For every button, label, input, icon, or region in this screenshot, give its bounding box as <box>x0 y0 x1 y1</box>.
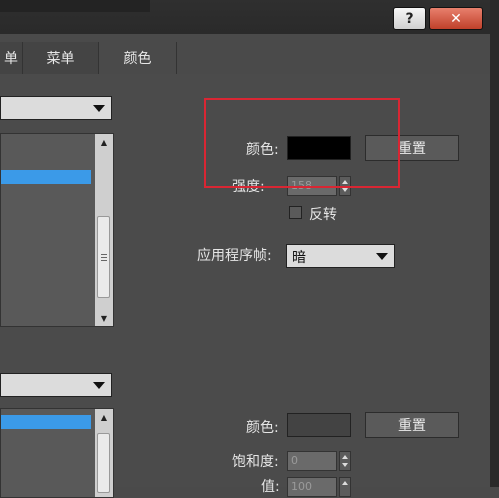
element-list[interactable]: ▲ ▼ <box>0 133 114 327</box>
lower-color-swatch[interactable] <box>287 413 351 437</box>
saturation-label: 饱和度: <box>232 454 279 470</box>
spin-up-icon[interactable] <box>342 481 348 485</box>
chevron-down-icon <box>93 105 105 112</box>
reset-button-label: 重置 <box>398 418 426 434</box>
app-frame-label: 应用程序帧: <box>197 248 272 264</box>
chevron-down-icon <box>376 253 388 260</box>
spin-down-icon[interactable] <box>342 463 348 467</box>
saturation-spinner[interactable]: 0 <box>287 451 353 471</box>
help-icon: ? <box>405 10 414 27</box>
element-category-dropdown[interactable] <box>0 96 112 120</box>
spin-down-icon[interactable] <box>342 188 348 192</box>
close-icon: ✕ <box>450 10 462 27</box>
invert-label: 反转 <box>309 207 337 223</box>
lower-element-list[interactable]: ▲ <box>0 408 114 498</box>
scroll-up-icon[interactable]: ▲ <box>95 409 113 425</box>
tab-strip: 单 菜单 颜色 <box>0 42 490 75</box>
chevron-down-icon <box>93 382 105 389</box>
value-spin-buttons[interactable] <box>339 477 351 497</box>
scroll-up-icon[interactable]: ▲ <box>95 134 113 150</box>
list-item-selected[interactable] <box>1 170 91 184</box>
value-spinner[interactable]: 100 <box>287 477 353 497</box>
lower-reset-button[interactable]: 重置 <box>365 412 459 438</box>
tab-menus[interactable]: 菜单 <box>23 42 99 74</box>
highlight-box <box>204 98 400 188</box>
help-button[interactable]: ? <box>393 7 426 30</box>
lower-vertical-scrollbar[interactable]: ▲ <box>95 409 113 497</box>
lower-color-label: 颜色: <box>246 420 279 436</box>
tab-label: 单 <box>4 51 18 67</box>
spin-up-icon[interactable] <box>342 455 348 459</box>
reset-button-label: 重置 <box>398 141 426 157</box>
tab-menu-partial[interactable]: 单 <box>0 42 23 74</box>
tab-label: 颜色 <box>123 51 152 67</box>
value-field[interactable]: 100 <box>287 477 337 497</box>
saturation-field[interactable]: 0 <box>287 451 337 471</box>
list-item-selected[interactable] <box>1 415 91 429</box>
app-frame-dropdown[interactable]: 暗 <box>286 244 395 268</box>
scroll-down-icon[interactable]: ▼ <box>95 310 113 326</box>
vertical-scrollbar[interactable]: ▲ ▼ <box>95 134 113 326</box>
app-frame-value: 暗 <box>292 250 306 266</box>
lower-category-dropdown[interactable] <box>0 373 112 397</box>
title-bar: ? ✕ <box>0 0 499 34</box>
close-button[interactable]: ✕ <box>429 7 483 30</box>
tab-label: 菜单 <box>46 51 75 67</box>
tab-colors[interactable]: 颜色 <box>99 42 177 74</box>
scroll-thumb[interactable] <box>97 216 110 298</box>
window-frame-right <box>490 0 499 487</box>
saturation-spin-buttons[interactable] <box>339 451 351 471</box>
value-label: 值: <box>261 479 280 495</box>
scroll-thumb[interactable] <box>97 433 110 493</box>
invert-checkbox[interactable] <box>289 206 302 219</box>
title-bar-left <box>0 0 150 12</box>
